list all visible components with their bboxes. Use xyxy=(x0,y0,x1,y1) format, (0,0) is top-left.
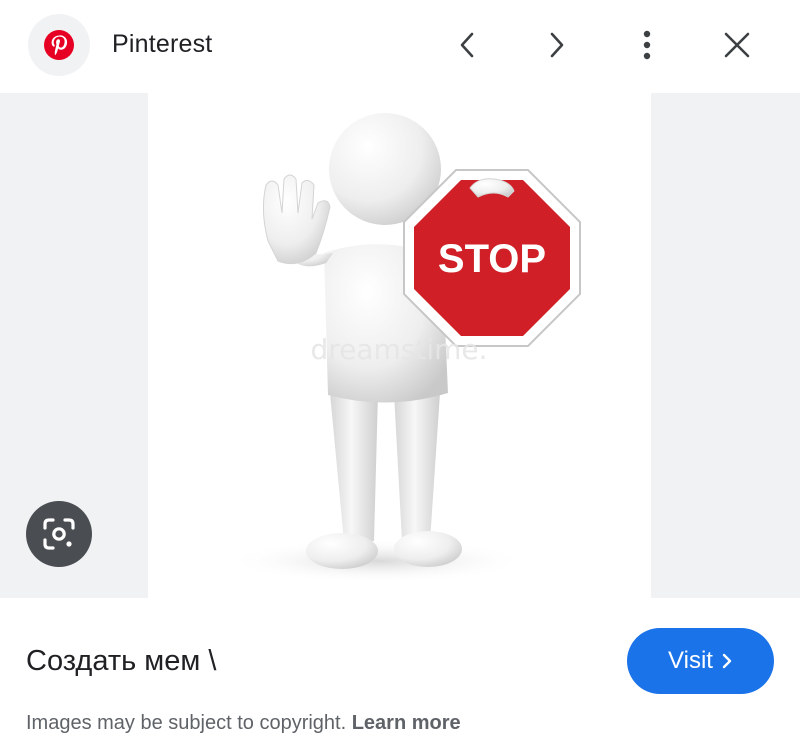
more-options-button[interactable] xyxy=(624,22,670,68)
chevron-right-icon xyxy=(721,652,733,670)
copyright-text: Images may be subject to copyright. xyxy=(26,712,352,734)
close-button[interactable] xyxy=(714,22,760,68)
chevron-left-icon xyxy=(460,32,474,58)
viewer-header: Pinterest xyxy=(0,0,800,92)
stop-sign-text: STOP xyxy=(438,237,546,281)
image-viewer-panel: Pinterest STOP dreamstime. Создать мем \… xyxy=(0,0,800,742)
google-lens-icon xyxy=(43,518,75,550)
learn-more-link[interactable]: Learn more xyxy=(352,712,461,734)
source-name[interactable]: Pinterest xyxy=(112,30,212,59)
preview-image[interactable]: STOP dreamstime. xyxy=(148,93,651,598)
image-watermark: dreamstime. xyxy=(310,333,487,366)
google-lens-button[interactable] xyxy=(26,501,92,567)
copyright-notice: Images may be subject to copyright. Lear… xyxy=(26,712,461,735)
visit-label: Visit xyxy=(668,647,713,674)
pinterest-logo-icon[interactable] xyxy=(28,14,90,76)
previous-button[interactable] xyxy=(444,22,490,68)
image-preview-area: STOP dreamstime. xyxy=(0,93,800,598)
chevron-right-icon xyxy=(550,32,564,58)
next-button[interactable] xyxy=(534,22,580,68)
result-title[interactable]: Создать мем \ xyxy=(26,645,216,678)
close-icon xyxy=(724,32,750,58)
more-vert-icon xyxy=(643,30,651,60)
visit-button[interactable]: Visit xyxy=(627,628,774,694)
